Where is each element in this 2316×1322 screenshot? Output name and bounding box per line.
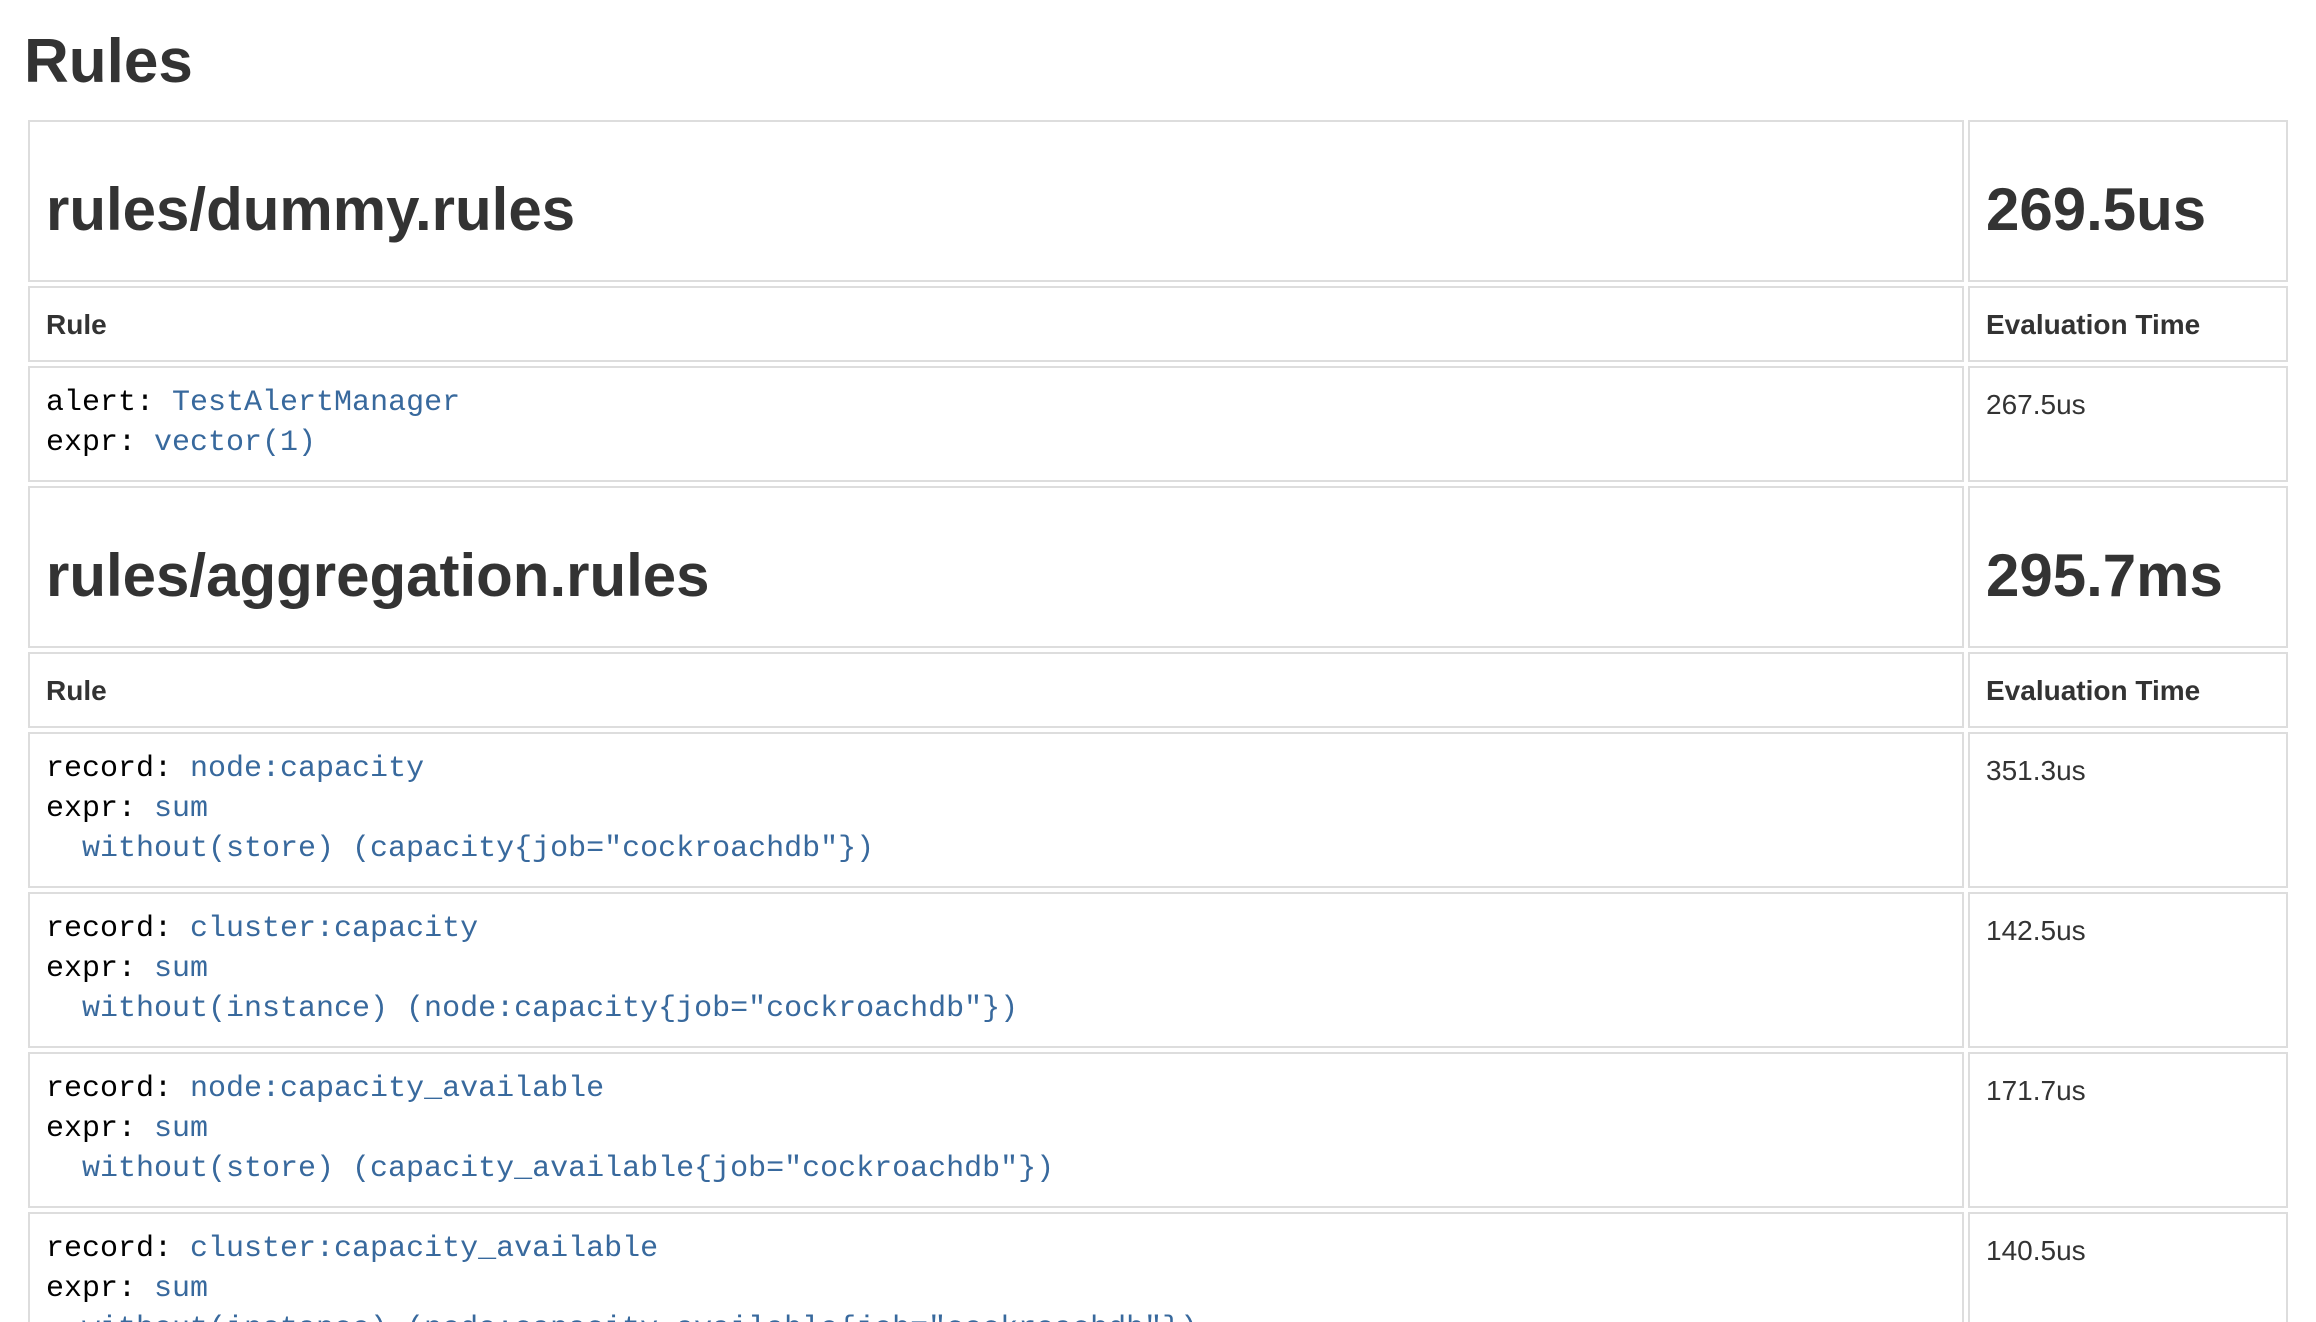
rule-keyword: expr: xyxy=(46,792,154,826)
rule-group-evaluation-time: 295.7ms xyxy=(1986,544,2270,610)
rule-keyword: alert: xyxy=(46,386,172,420)
evaluation-time-column-header: Evaluation Time xyxy=(1968,286,2288,362)
rule-keyword: expr: xyxy=(46,952,154,986)
rule-code: record: cluster:capacity_available expr:… xyxy=(46,1230,1946,1322)
rule-name-link[interactable]: TestAlertManager xyxy=(172,386,460,420)
rule-evaluation-time: 171.7us xyxy=(1968,1052,2288,1208)
rule-column-header: Rule xyxy=(28,286,1964,362)
rule-group-header-row: rules/dummy.rules 269.5us xyxy=(28,120,2288,282)
rule-group-name-cell: rules/dummy.rules xyxy=(28,120,1964,282)
rule-definition-cell: record: node:capacity_available expr: su… xyxy=(28,1052,1964,1208)
rule-expr-link[interactable]: sum without(instance) (node:capacity_ava… xyxy=(46,1272,1198,1322)
rule-definition-cell: record: cluster:capacity expr: sum witho… xyxy=(28,892,1964,1048)
rule-code: alert: TestAlertManager expr: vector(1) xyxy=(46,384,1946,464)
rule-name-link[interactable]: node:capacity_available xyxy=(190,1072,604,1106)
rule-group-time-cell: 269.5us xyxy=(1968,120,2288,282)
rule-group-name-cell: rules/aggregation.rules xyxy=(28,486,1964,648)
rule-code: record: node:capacity_available expr: su… xyxy=(46,1070,1946,1190)
rule-keyword: record: xyxy=(46,912,190,946)
column-header-row: Rule Evaluation Time xyxy=(28,286,2288,362)
rule-keyword: expr: xyxy=(46,426,154,460)
rule-keyword: expr: xyxy=(46,1272,154,1306)
rule-evaluation-time: 351.3us xyxy=(1968,732,2288,888)
rule-code: record: node:capacity expr: sum without(… xyxy=(46,750,1946,870)
rule-row: record: node:capacity_available expr: su… xyxy=(28,1052,2288,1208)
column-header-row: Rule Evaluation Time xyxy=(28,652,2288,728)
rule-definition-cell: record: node:capacity expr: sum without(… xyxy=(28,732,1964,888)
rule-evaluation-time: 142.5us xyxy=(1968,892,2288,1048)
rule-row: alert: TestAlertManager expr: vector(1) … xyxy=(28,366,2288,482)
rule-expr-link[interactable]: sum without(instance) (node:capacity{job… xyxy=(46,952,1018,1026)
rule-row: record: cluster:capacity expr: sum witho… xyxy=(28,892,2288,1048)
rule-group-file: rules/dummy.rules xyxy=(46,178,1946,244)
rule-name-link[interactable]: cluster:capacity_available xyxy=(190,1232,658,1266)
rule-name-link[interactable]: cluster:capacity xyxy=(190,912,478,946)
rule-expr-link[interactable]: vector(1) xyxy=(154,426,316,460)
rules-page: Rules rules/dummy.rules 269.5us Rule Eva… xyxy=(0,0,2316,1322)
rule-keyword: record: xyxy=(46,1072,190,1106)
rule-column-header: Rule xyxy=(28,652,1964,728)
rule-name-link[interactable]: node:capacity xyxy=(190,752,424,786)
rule-group-evaluation-time: 269.5us xyxy=(1986,178,2270,244)
rule-group-file: rules/aggregation.rules xyxy=(46,544,1946,610)
page-title: Rules xyxy=(24,28,2292,96)
rule-group-time-cell: 295.7ms xyxy=(1968,486,2288,648)
rule-evaluation-time: 140.5us xyxy=(1968,1212,2288,1322)
rule-code: record: cluster:capacity expr: sum witho… xyxy=(46,910,1946,1030)
rules-table: rules/dummy.rules 269.5us Rule Evaluatio… xyxy=(24,116,2292,1322)
rule-definition-cell: record: cluster:capacity_available expr:… xyxy=(28,1212,1964,1322)
rule-evaluation-time: 267.5us xyxy=(1968,366,2288,482)
rule-definition-cell: alert: TestAlertManager expr: vector(1) xyxy=(28,366,1964,482)
content-container: Rules rules/dummy.rules 269.5us Rule Eva… xyxy=(0,0,2316,1322)
rule-row: record: node:capacity expr: sum without(… xyxy=(28,732,2288,888)
evaluation-time-column-header: Evaluation Time xyxy=(1968,652,2288,728)
rule-keyword: record: xyxy=(46,1232,190,1266)
rule-keyword: expr: xyxy=(46,1112,154,1146)
rule-keyword: record: xyxy=(46,752,190,786)
rule-group-header-row: rules/aggregation.rules 295.7ms xyxy=(28,486,2288,648)
rule-expr-link[interactable]: sum without(store) (capacity{job="cockro… xyxy=(46,792,874,866)
rule-row: record: cluster:capacity_available expr:… xyxy=(28,1212,2288,1322)
rule-expr-link[interactable]: sum without(store) (capacity_available{j… xyxy=(46,1112,1054,1186)
